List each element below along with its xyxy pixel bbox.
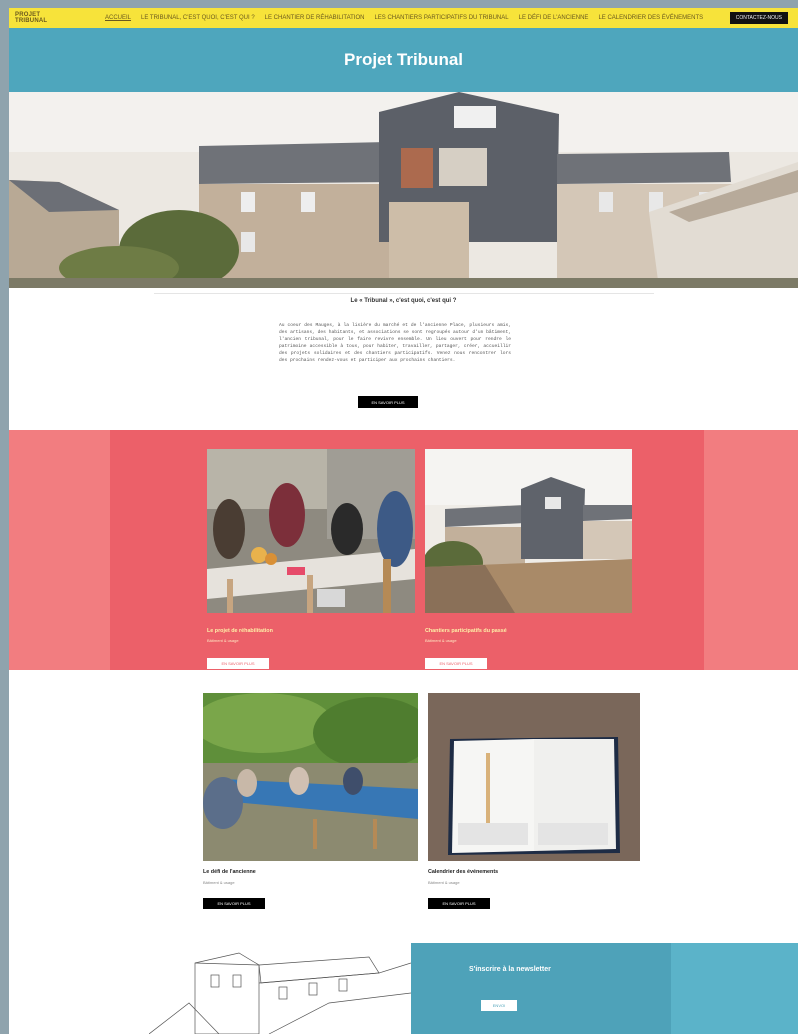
- intro-heading: Le « Tribunal », c'est quoi, c'est qui ?: [350, 298, 457, 304]
- nav-item-challenge[interactable]: LE DÉFI DE L'ANCIENNE: [519, 15, 589, 21]
- intro-more-button[interactable]: EN SAVOIR PLUS: [358, 396, 418, 408]
- newsletter-title: S'inscrire à la newsletter: [469, 966, 551, 973]
- newsletter-box: S'inscrire à la newsletter ENVOI: [411, 943, 671, 1034]
- page-title: Projet Tribunal: [343, 50, 464, 69]
- card-more-button[interactable]: EN SAVOIR PLUS: [425, 658, 487, 669]
- nav-item-calendar[interactable]: LE CALENDRIER DES ÉVÉNEMENTS: [598, 15, 703, 21]
- card-calendar-photo[interactable]: [428, 693, 640, 861]
- contact-button[interactable]: CONTACTEZ-NOUS: [729, 12, 788, 24]
- divider: [154, 293, 654, 294]
- card-subtitle: Bâtiment & usage: [428, 880, 460, 885]
- nav-item-workshops[interactable]: LES CHANTIERS PARTICIPATIFS DU TRIBUNAL: [374, 15, 508, 21]
- featured-projects-section: Le projet de réhabilitation Bâtiment & u…: [9, 430, 798, 670]
- card-workshop-photo[interactable]: [207, 449, 415, 613]
- card-title[interactable]: Chantiers participatifs du passé: [425, 628, 507, 634]
- card-more-button[interactable]: EN SAVOIR PLUS: [203, 898, 265, 909]
- nav-item-rehabilitation[interactable]: LE CHANTIER DE RÉHABILITATION: [265, 15, 365, 21]
- nav-item-about[interactable]: LE TRIBUNAL, C'EST QUOI, C'EST QUI ?: [141, 15, 255, 21]
- nav-menu: ACCUEIL LE TRIBUNAL, C'EST QUOI, C'EST Q…: [73, 15, 798, 21]
- intro-section: Le « Tribunal », c'est quoi, c'est qui ?…: [9, 288, 798, 438]
- card-subtitle: Bâtiment & usage: [425, 638, 457, 643]
- building-sketch-illustration: [149, 943, 411, 1034]
- card-title[interactable]: Calendrier des événements: [428, 869, 498, 875]
- card-title[interactable]: Le défi de l'ancienne: [203, 869, 256, 875]
- site-logo[interactable]: PROJET TRIBUNAL: [9, 12, 73, 24]
- top-navigation: PROJET TRIBUNAL ACCUEIL LE TRIBUNAL, C'E…: [9, 8, 798, 28]
- card-title[interactable]: Le projet de réhabilitation: [207, 628, 273, 634]
- page: PROJET TRIBUNAL ACCUEIL LE TRIBUNAL, C'E…: [9, 8, 798, 1034]
- newsletter-section: S'inscrire à la newsletter ENVOI: [411, 943, 798, 1034]
- card-outdoor-meal-photo[interactable]: [203, 693, 418, 861]
- card-building-photo[interactable]: [425, 449, 632, 613]
- nav-item-home[interactable]: ACCUEIL: [105, 15, 131, 21]
- hero-banner: Projet Tribunal: [9, 28, 798, 92]
- card-subtitle: Bâtiment & usage: [203, 880, 235, 885]
- card-more-button[interactable]: EN SAVOIR PLUS: [207, 658, 269, 669]
- card-subtitle: Bâtiment & usage: [207, 638, 239, 643]
- hero-building-photo: [9, 92, 798, 288]
- newsletter-send-button[interactable]: ENVOI: [481, 1000, 517, 1011]
- card-more-button[interactable]: EN SAVOIR PLUS: [428, 898, 490, 909]
- intro-text: Au coeur des Mauges, à la lisière du mar…: [279, 323, 511, 363]
